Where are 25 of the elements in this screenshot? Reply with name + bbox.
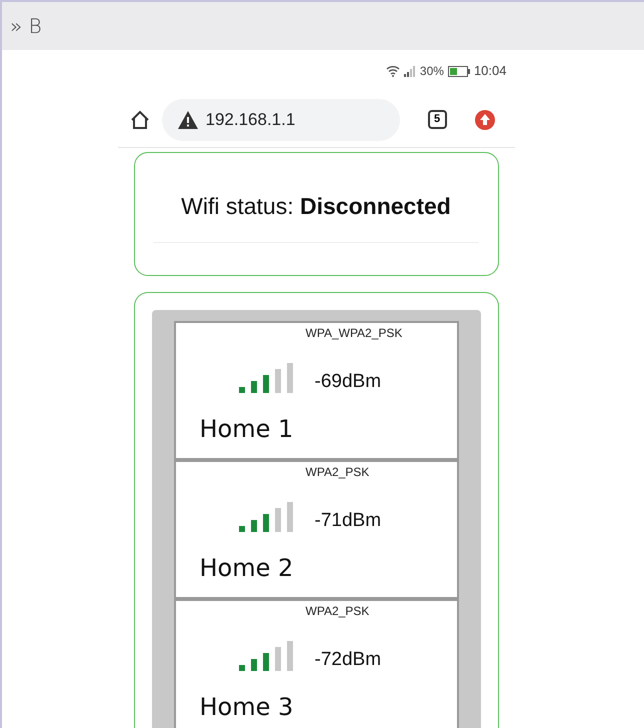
network-name: Home 3 bbox=[198, 692, 294, 723]
wifi-icon bbox=[386, 65, 400, 77]
cell-signal-icon bbox=[404, 66, 416, 76]
network-name: Home 1 bbox=[198, 414, 294, 445]
signal-reading: -72dBm bbox=[314, 649, 382, 671]
signal-reading: -69dBm bbox=[314, 371, 382, 393]
signal-reading: -71dBm bbox=[314, 510, 382, 532]
security-type: WPA2_PSK bbox=[304, 603, 370, 617]
network-item[interactable]: WPA2_PSK -72dBm Home 3 bbox=[174, 599, 458, 728]
security-type: WPA_WPA2_PSK bbox=[304, 325, 404, 339]
battery-percent: 30% bbox=[420, 63, 444, 80]
wifi-status-text: Wifi status: Disconnected bbox=[181, 192, 451, 221]
window-title: » B bbox=[10, 13, 42, 40]
security-type: WPA2_PSK bbox=[304, 464, 370, 478]
network-name: Home 2 bbox=[198, 553, 294, 584]
battery-icon bbox=[448, 66, 470, 76]
url-text: 192.168.1.1 bbox=[206, 108, 296, 131]
warning-icon bbox=[178, 110, 198, 128]
home-icon[interactable] bbox=[130, 110, 150, 130]
update-icon[interactable] bbox=[474, 110, 494, 130]
clock-time: 10:04 bbox=[474, 62, 506, 80]
network-item[interactable]: WPA_WPA2_PSK -69dBm Home 1 bbox=[174, 321, 458, 460]
network-item[interactable]: WPA2_PSK -71dBm Home 2 bbox=[174, 460, 458, 599]
address-bar[interactable]: 192.168.1.1 bbox=[162, 98, 400, 140]
tab-count[interactable]: 5 bbox=[428, 110, 446, 129]
